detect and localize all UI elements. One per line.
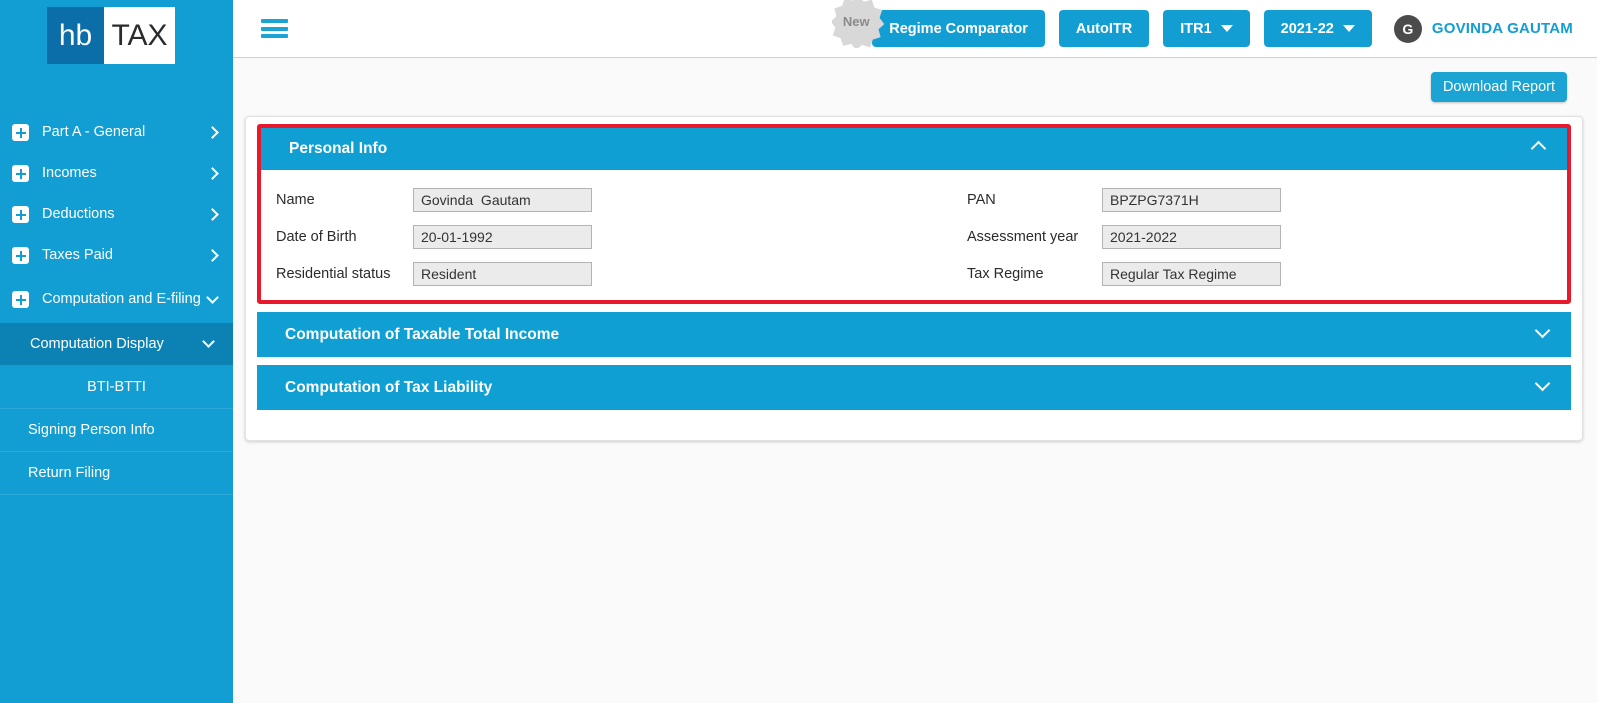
chevron-down-icon [1342,25,1355,32]
panel-body-personal-info: Name Govinda Gautam Date of Birth 20-01-… [261,170,1567,300]
panel-title: Computation of Tax Liability [285,378,493,396]
field-pan: PAN BPZPG7371H [962,188,1557,212]
panel-personal-info: Personal Info Name Govinda Gautam Date o… [257,124,1571,304]
field-name: Name Govinda Gautam [271,188,914,212]
application-root: hb TAX Part A - General Incomes Deductio… [0,0,1597,703]
sidebar-item-label: Signing Person Info [28,422,155,438]
residential-status-input[interactable]: Resident [413,262,592,286]
assessment-year-input[interactable]: 2021-2022 [1102,225,1281,249]
plus-square-icon [12,206,29,223]
field-label: Name [276,192,315,208]
sidebar-nav: Part A - General Incomes Deductions Taxe… [0,112,233,495]
hamburger-icon[interactable] [261,19,288,38]
panel-header-tax-liability[interactable]: Computation of Tax Liability [257,365,1571,410]
panel-header-personal-info[interactable]: Personal Info [261,128,1567,170]
panel-header-taxable-total-income[interactable]: Computation of Taxable Total Income [257,312,1571,357]
assessment-year-dropdown[interactable]: 2021-22 [1263,10,1372,47]
panel-title: Personal Info [289,140,388,157]
sidebar-item-part-a-general[interactable]: Part A - General [0,112,233,153]
personal-info-right-column: PAN BPZPG7371H Assessment year 2021-2022… [914,188,1557,286]
field-label: PAN [967,192,996,208]
chevron-down-icon[interactable] [1535,380,1550,395]
sidebar-item-signing-person-info[interactable]: Signing Person Info [0,409,233,452]
plus-square-icon [12,124,29,141]
plus-square-icon [12,291,29,308]
user-menu[interactable]: G GOVINDA GAUTAM [1393,14,1583,43]
top-bar: New Regime Comparator AutoITR ITR1 2021-… [233,0,1597,58]
sidebar-item-taxes-paid[interactable]: Taxes Paid [0,235,233,276]
user-name-label: GOVINDA GAUTAM [1431,20,1573,37]
download-report-row: Download Report [245,72,1583,102]
chevron-down-icon[interactable] [1535,327,1550,342]
brand-logo[interactable]: hb TAX [0,0,233,64]
chevron-down-icon [203,338,215,350]
sidebar-item-computation-and-e-filing[interactable]: Computation and E-filing [0,276,233,323]
sidebar-item-label: Computation and E-filing [42,291,201,308]
sidebar-item-label: Deductions [42,206,115,223]
chevron-right-icon [207,250,219,262]
date-of-birth-input[interactable]: 20-01-1992 [413,225,592,249]
pan-input[interactable]: BPZPG7371H [1102,188,1281,212]
top-bar-actions: New Regime Comparator AutoITR ITR1 2021-… [832,0,1583,48]
panel-computation-of-tax-liability: Computation of Tax Liability [257,365,1571,410]
field-label: Tax Regime [967,266,1044,282]
sidebar-item-incomes[interactable]: Incomes [0,153,233,194]
sidebar-item-label: Part A - General [42,124,146,141]
download-report-button[interactable]: Download Report [1430,72,1567,102]
main-area: New Regime Comparator AutoITR ITR1 2021-… [233,0,1597,703]
computation-card: Personal Info Name Govinda Gautam Date o… [245,116,1583,441]
field-label: Residential status [276,266,391,282]
sidebar-item-bti-btti[interactable]: BTI-BTTI [0,365,233,409]
itr-type-dropdown[interactable]: ITR1 [1163,10,1250,47]
field-assessment-year: Assessment year 2021-2022 [962,225,1557,249]
sidebar: hb TAX Part A - General Incomes Deductio… [0,0,233,703]
field-label: Assessment year [967,229,1079,245]
sidebar-item-label: Return Filing [28,465,111,481]
sidebar-item-label: Incomes [42,165,97,182]
sidebar-subitem-label: BTI-BTTI [87,378,146,395]
chevron-down-icon [207,294,219,306]
panel-computation-of-taxable-total-income: Computation of Taxable Total Income [257,312,1571,357]
field-date-of-birth: Date of Birth 20-01-1992 [271,225,914,249]
field-tax-regime: Tax Regime Regular Tax Regime [962,262,1557,286]
autoitr-button[interactable]: AutoITR [1058,10,1150,47]
chevron-right-icon [207,127,219,139]
tax-regime-input[interactable]: Regular Tax Regime [1102,262,1281,286]
field-label: Date of Birth [276,229,357,245]
logo-hb-text: hb [47,7,104,64]
regime-comparator-wrapper: New Regime Comparator [832,0,1045,48]
sidebar-item-return-filing[interactable]: Return Filing [0,452,233,495]
assessment-year-label: 2021-22 [1280,20,1334,37]
sidebar-item-computation-display[interactable]: Computation Display [0,323,233,365]
chevron-down-icon [1220,25,1233,32]
personal-info-left-column: Name Govinda Gautam Date of Birth 20-01-… [271,188,914,286]
content-area: Download Report Personal Info Name Govin… [233,58,1597,441]
sidebar-item-label: Taxes Paid [42,247,113,264]
regime-comparator-button[interactable]: Regime Comparator [872,10,1045,47]
plus-square-icon [12,247,29,264]
chevron-right-icon [207,168,219,180]
sidebar-item-deductions[interactable]: Deductions [0,194,233,235]
chevron-right-icon [207,209,219,221]
chevron-up-icon[interactable] [1531,142,1546,157]
field-residential-status: Residential status Resident [271,262,914,286]
name-input[interactable]: Govinda Gautam [413,188,592,212]
logo-tax-text: TAX [104,7,175,64]
sidebar-subitem-label: Computation Display [30,335,164,352]
itr-type-label: ITR1 [1180,20,1212,37]
avatar: G [1393,14,1422,43]
panel-title: Computation of Taxable Total Income [285,325,560,343]
plus-square-icon [12,165,29,182]
